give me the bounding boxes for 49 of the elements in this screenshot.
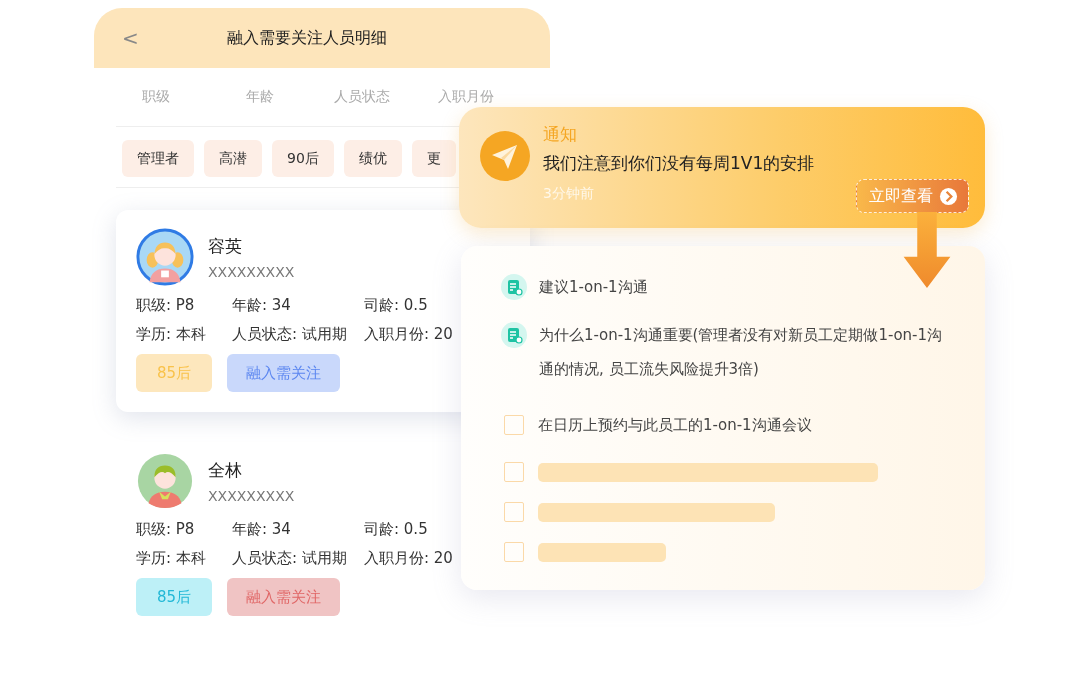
status-tag: 85后 xyxy=(136,354,213,392)
filter-tag[interactable]: 绩优 xyxy=(343,140,402,177)
task-text: 在日历上预约与此员工的1-on-1沟通会议 xyxy=(538,415,813,436)
filter-tag[interactable]: 高潜 xyxy=(204,140,262,177)
filter-column-tab[interactable]: 年龄 xyxy=(246,88,334,106)
info-field: 学历: 本科 xyxy=(136,325,232,344)
info-field: 职级: P8 xyxy=(136,520,232,539)
status-tag: 85后 xyxy=(136,578,213,616)
screen-title: 融入需要关注人员明细 xyxy=(226,27,387,49)
info-field: 年龄: 34 xyxy=(232,296,364,315)
checkbox[interactable] xyxy=(504,502,524,522)
filter-column-tab[interactable]: 入职月份 xyxy=(438,88,494,106)
document-icon xyxy=(501,322,527,348)
checkbox[interactable] xyxy=(504,542,524,562)
notification-title: 通知 xyxy=(543,123,578,146)
avatar-icon xyxy=(136,228,194,286)
filter-tag[interactable]: 管理者 xyxy=(122,140,194,177)
down-arrow-icon xyxy=(903,212,951,290)
info-field: 司龄: 0.5 xyxy=(364,520,428,539)
notification-time: 3分钟前 xyxy=(543,185,595,203)
person-name: 容英 xyxy=(208,234,243,258)
suggestion-text: 为什么1-on-1沟通重要(管理者没有对新员工定期做1-on-1沟通的情况, 员工流失风险提升3倍) xyxy=(539,325,944,380)
suggestion-text: 建议1-on-1沟通 xyxy=(539,277,649,298)
person-id: XXXXXXXXX xyxy=(208,263,295,280)
info-field: 入职月份: 20 xyxy=(364,325,453,344)
info-field: 入职月份: 20 xyxy=(364,549,453,568)
info-field: 年龄: 34 xyxy=(232,520,364,539)
info-field: 人员状态: 试用期 xyxy=(232,325,364,344)
checkbox[interactable] xyxy=(504,462,524,482)
notification-message: 我们注意到你们没有每周1V1的安排 xyxy=(543,152,815,175)
person-id: XXXXXXXXX xyxy=(208,487,295,504)
paper-plane-icon xyxy=(480,131,530,181)
back-button[interactable]: < xyxy=(122,26,139,50)
document-icon xyxy=(501,274,527,300)
info-field: 人员状态: 试用期 xyxy=(232,549,364,568)
filter-column-tab[interactable]: 职级 xyxy=(142,88,246,106)
status-tag: 融入需关注 xyxy=(227,578,341,616)
filter-tag[interactable]: 更 xyxy=(411,140,456,177)
info-field: 职级: P8 xyxy=(136,296,232,315)
info-field: 学历: 本科 xyxy=(136,549,232,568)
filter-tag[interactable]: 90后 xyxy=(272,140,334,177)
view-now-button[interactable]: 立即查看 xyxy=(856,179,969,213)
chevron-right-icon xyxy=(939,186,958,206)
person-name: 全林 xyxy=(208,458,243,482)
filter-column-tab[interactable]: 人员状态 xyxy=(334,88,438,106)
checkbox[interactable] xyxy=(504,415,524,435)
avatar-icon xyxy=(136,452,194,510)
status-tag: 融入需关注 xyxy=(227,354,341,392)
info-field: 司龄: 0.5 xyxy=(364,296,428,315)
